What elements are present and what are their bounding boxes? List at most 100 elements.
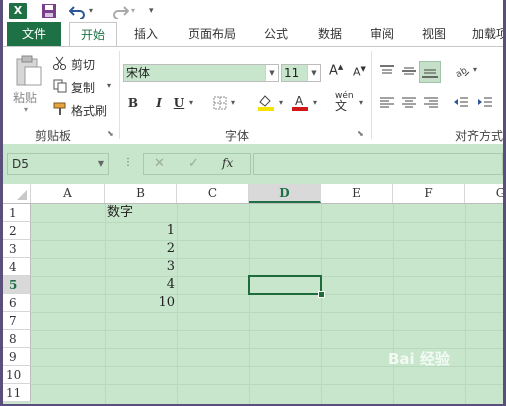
tab-formulas[interactable]: 公式 bbox=[253, 22, 299, 46]
name-box[interactable]: D5 ▼ bbox=[7, 153, 109, 175]
active-cell-d5[interactable] bbox=[248, 275, 322, 295]
customize-qat-icon[interactable]: ▾ bbox=[149, 3, 159, 19]
orientation-icon[interactable]: ab bbox=[453, 63, 471, 80]
align-right-icon[interactable] bbox=[423, 95, 439, 111]
cell-b4[interactable]: 3 bbox=[105, 258, 175, 276]
underline-button[interactable]: U bbox=[171, 95, 187, 111]
tab-view[interactable]: 视图 bbox=[411, 22, 457, 46]
decrease-font-size-icon[interactable]: A▼ bbox=[353, 65, 366, 79]
phonetic-guide-icon[interactable]: wén 文 bbox=[335, 91, 354, 113]
row-header-8[interactable]: 8 bbox=[3, 330, 31, 348]
row-header-11[interactable]: 11 bbox=[3, 384, 31, 402]
column-header-g[interactable]: G bbox=[465, 184, 503, 203]
cancel-icon[interactable]: ✕ bbox=[154, 156, 165, 171]
font-name-combo[interactable]: 宋体 ▼ bbox=[123, 64, 279, 82]
cell-b2[interactable]: 1 bbox=[105, 222, 175, 240]
font-size-combo[interactable]: 11 ▼ bbox=[281, 64, 321, 82]
select-all-corner[interactable] bbox=[3, 184, 31, 203]
copy-button[interactable]: 复制 bbox=[71, 79, 95, 96]
insert-function-icon[interactable]: fx bbox=[222, 156, 233, 170]
alignment-group-label: 对齐方式 bbox=[455, 129, 503, 143]
paste-icon[interactable] bbox=[13, 55, 43, 87]
scissors-icon[interactable] bbox=[53, 56, 67, 70]
row-header-1[interactable]: 1 bbox=[3, 204, 31, 222]
row-header-6[interactable]: 6 bbox=[3, 294, 31, 312]
formula-bar-grip-icon[interactable]: ⋮ bbox=[123, 157, 133, 168]
tab-page-layout[interactable]: 页面布局 bbox=[179, 22, 245, 46]
cell-b1[interactable]: 数字 bbox=[107, 204, 177, 222]
redo-dropdown-icon[interactable]: ▾ bbox=[131, 3, 139, 19]
undo-icon[interactable] bbox=[68, 3, 87, 20]
orientation-dropdown-icon[interactable]: ▾ bbox=[473, 65, 477, 74]
tab-file[interactable]: 文件 bbox=[7, 22, 61, 46]
redo-icon[interactable] bbox=[111, 3, 130, 20]
column-header-c[interactable]: C bbox=[177, 184, 249, 203]
row-header-5[interactable]: 5 bbox=[3, 276, 31, 294]
name-box-dropdown-icon[interactable]: ▼ bbox=[98, 154, 104, 174]
underline-dropdown-icon[interactable]: ▾ bbox=[189, 98, 193, 107]
undo-dropdown-icon[interactable]: ▾ bbox=[89, 3, 97, 19]
paste-dropdown-icon[interactable]: ▾ bbox=[24, 105, 28, 114]
gridline bbox=[321, 204, 322, 404]
align-middle-icon[interactable] bbox=[401, 63, 417, 79]
row-header-9[interactable]: 9 bbox=[3, 348, 31, 366]
tab-data[interactable]: 数据 bbox=[307, 22, 353, 46]
tab-add-ins[interactable]: 加载项 bbox=[465, 22, 503, 46]
row-header-4[interactable]: 4 bbox=[3, 258, 31, 276]
copy-dropdown-icon[interactable]: ▾ bbox=[107, 81, 111, 90]
column-header-a[interactable]: A bbox=[31, 184, 105, 203]
phonetic-dropdown-icon[interactable]: ▾ bbox=[359, 98, 363, 107]
borders-icon[interactable] bbox=[213, 96, 227, 110]
cell-b3[interactable]: 2 bbox=[105, 240, 175, 258]
font-name-dropdown-icon[interactable]: ▼ bbox=[265, 65, 278, 81]
font-color-dropdown-icon[interactable]: ▾ bbox=[313, 98, 317, 107]
font-size-dropdown-icon[interactable]: ▼ bbox=[307, 65, 320, 81]
gridline bbox=[177, 204, 178, 404]
column-header-b[interactable]: B bbox=[105, 184, 177, 203]
cell-b6[interactable]: 10 bbox=[105, 294, 175, 312]
align-top-icon[interactable] bbox=[379, 63, 395, 79]
format-painter-button[interactable]: 格式刷 bbox=[71, 102, 107, 119]
align-bottom-icon[interactable] bbox=[419, 61, 441, 83]
gridline bbox=[31, 330, 503, 331]
row-header-7[interactable]: 7 bbox=[3, 312, 31, 330]
tab-home[interactable]: 开始 bbox=[69, 22, 117, 46]
worksheet-grid[interactable]: A B C D E F G 1 2 3 4 5 6 7 8 9 10 11 数字… bbox=[3, 184, 503, 404]
paste-label[interactable]: 粘贴 bbox=[13, 89, 37, 106]
gridline bbox=[31, 258, 503, 259]
fill-color-icon[interactable] bbox=[257, 93, 275, 111]
italic-button[interactable]: I bbox=[151, 95, 167, 111]
enter-icon[interactable]: ✓ bbox=[188, 156, 199, 171]
row-header-2[interactable]: 2 bbox=[3, 222, 31, 240]
increase-font-size-icon[interactable]: A▲ bbox=[329, 63, 343, 78]
fill-color-dropdown-icon[interactable]: ▾ bbox=[279, 98, 283, 107]
formula-input[interactable] bbox=[253, 153, 503, 175]
gridline bbox=[393, 204, 394, 404]
tab-insert[interactable]: 插入 bbox=[123, 22, 169, 46]
cell-b5[interactable]: 4 bbox=[105, 276, 175, 294]
column-header-f[interactable]: F bbox=[393, 184, 465, 203]
bold-button[interactable]: B bbox=[125, 95, 141, 111]
clipboard-launcher-icon[interactable]: ⬊ bbox=[107, 129, 114, 138]
save-icon[interactable] bbox=[41, 3, 57, 19]
column-header-d[interactable]: D bbox=[249, 184, 321, 203]
gridline bbox=[249, 204, 250, 404]
borders-dropdown-icon[interactable]: ▾ bbox=[231, 98, 235, 107]
increase-indent-icon[interactable] bbox=[477, 95, 493, 111]
fill-handle[interactable] bbox=[318, 291, 325, 298]
row-header-3[interactable]: 3 bbox=[3, 240, 31, 258]
font-launcher-icon[interactable]: ⬊ bbox=[357, 129, 364, 138]
tab-review[interactable]: 审阅 bbox=[359, 22, 405, 46]
align-center-icon[interactable] bbox=[401, 95, 417, 111]
format-painter-icon[interactable] bbox=[53, 102, 67, 116]
decrease-indent-icon[interactable] bbox=[453, 95, 469, 111]
ribbon-tabs: 文件 开始 插入 页面布局 公式 数据 审阅 视图 加载项 bbox=[3, 22, 503, 46]
font-color-icon[interactable]: A bbox=[291, 93, 309, 111]
copy-icon[interactable] bbox=[53, 79, 67, 93]
formula-buttons: ✕ ✓ fx bbox=[143, 153, 251, 175]
align-left-icon[interactable] bbox=[379, 95, 395, 111]
column-header-e[interactable]: E bbox=[321, 184, 393, 203]
row-header-10[interactable]: 10 bbox=[3, 366, 31, 384]
cut-button[interactable]: 剪切 bbox=[71, 56, 95, 73]
gridline bbox=[31, 240, 503, 241]
